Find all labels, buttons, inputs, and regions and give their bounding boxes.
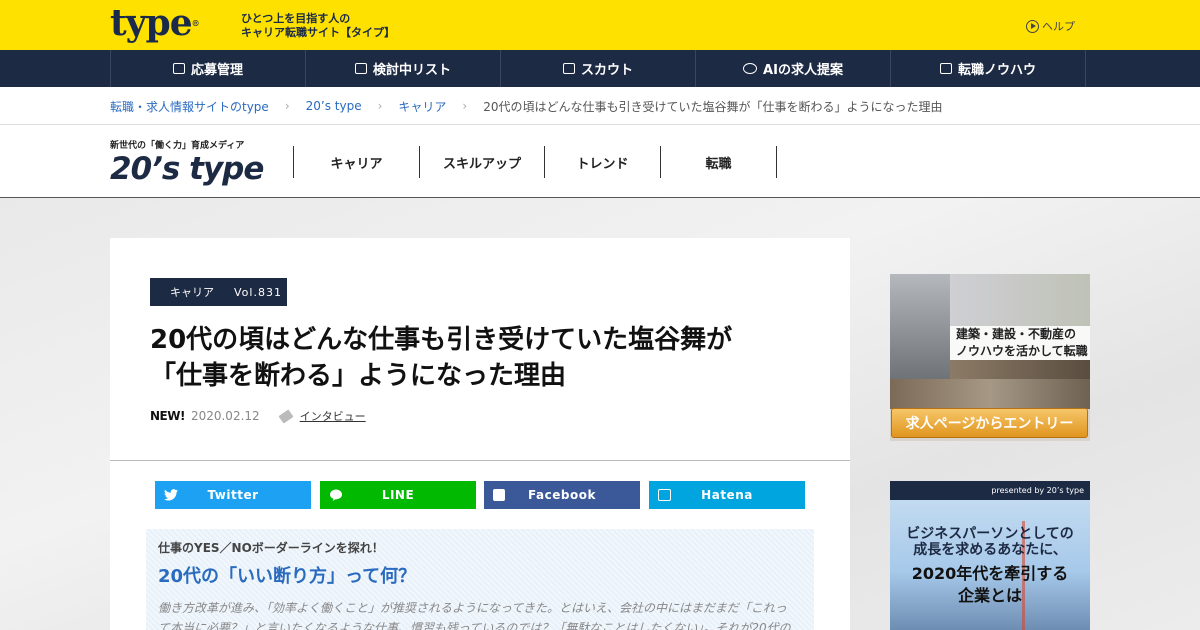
help-link[interactable]: ヘルプ — [1026, 18, 1075, 34]
facebook-icon — [493, 489, 505, 501]
share-hatena-button[interactable]: Hatena — [649, 481, 805, 509]
robot-icon — [743, 63, 758, 74]
new-badge: NEW! — [150, 409, 185, 423]
play-circle-icon — [1026, 19, 1039, 33]
media-nav-skillup[interactable]: スキルアップ — [419, 146, 544, 178]
tag-icon — [354, 63, 367, 74]
nav-applications[interactable]: 応募管理 — [111, 50, 306, 87]
line-icon — [330, 489, 342, 501]
ad-photo — [950, 274, 1090, 326]
ad-photo — [890, 379, 1090, 409]
article-meta: NEW! 2020.02.12 インタビュー — [150, 408, 366, 424]
chevron-right-icon: › — [462, 99, 468, 113]
tag-interview-link[interactable]: インタビュー — [300, 408, 366, 424]
site-tagline: ひとつ上を目指す人の キャリア転職サイト【タイプ】 — [241, 12, 395, 39]
lead-body: 働き方改革が進み、「効率よく働くこと」が推奨されるようになってきた。とはいえ、会… — [158, 601, 791, 630]
share-line-button[interactable]: LINE — [320, 481, 476, 509]
nav-ai-proposal[interactable]: AIの求人提案 — [696, 50, 891, 87]
mail-icon — [562, 63, 575, 74]
nav-knowhow[interactable]: 転職ノウハウ — [891, 50, 1086, 87]
ad-text: ビジネスパーソンとしての 成長を求めるあなたに、 — [906, 526, 1074, 558]
media-nav: キャリア スキルアップ トレンド 転職 — [293, 146, 777, 178]
media-nav-job-change[interactable]: 転職 — [660, 146, 776, 178]
article-lead: 仕事のYES／NOボーダーラインを探れ！ 20代の「いい断り方」って何？ 働き方… — [146, 529, 814, 630]
chevron-right-icon: › — [377, 99, 383, 113]
breadcrumb-career[interactable]: キャリア — [398, 98, 446, 115]
chevron-right-icon: › — [284, 99, 290, 113]
media-header: 新世代の「働く力」育成メディア 20’s type キャリア スキルアップ トレ… — [0, 125, 1200, 198]
ad-photo — [890, 274, 950, 379]
lead-kicker: 仕事のYES／NOボーダーラインを探れ！ — [158, 541, 384, 555]
article-title: 20代の頃はどんな仕事も引き受けていた塩谷舞が 「仕事を断わる」ようになった理由 — [150, 325, 733, 391]
ad-presented-by: presented by 20’s type — [890, 481, 1090, 500]
category-tag[interactable]: キャリア Vol.831 — [150, 278, 287, 306]
publish-date: 2020.02.12 — [190, 409, 260, 423]
breadcrumb: 転職・求人情報サイトのtype › 20’s type › キャリア › 20代… — [0, 87, 1200, 125]
ad-text: 建築・建設・不動産の ノウハウを活かして転職 — [950, 326, 1090, 360]
hatena-icon — [658, 489, 671, 501]
type-logo[interactable]: type® — [110, 3, 200, 43]
media-nav-career[interactable]: キャリア — [293, 146, 419, 178]
nav-scout[interactable]: スカウト — [501, 50, 696, 87]
divider — [110, 460, 850, 461]
lead-heading: 20代の「いい断り方」って何？ — [158, 566, 417, 587]
document-icon — [172, 63, 185, 74]
book-icon — [939, 63, 952, 74]
tag-icon — [278, 408, 294, 424]
twitter-icon — [164, 489, 178, 501]
sidebar-ad-construction[interactable]: 建築・建設・不動産の ノウハウを活かして転職 求人ページからエントリー — [890, 274, 1090, 441]
sidebar-ad-2020s[interactable]: presented by 20’s type ビジネスパーソンとしての 成長を求… — [890, 481, 1090, 630]
ad-entry-button[interactable]: 求人ページからエントリー — [891, 408, 1088, 438]
share-facebook-button[interactable]: Facebook — [484, 481, 640, 509]
top-header: type® ひとつ上を目指す人の キャリア転職サイト【タイプ】 ヘルプ — [0, 0, 1200, 50]
nav-saved-list[interactable]: 検討中リスト — [306, 50, 501, 87]
share-twitter-button[interactable]: Twitter — [155, 481, 311, 509]
article-card: キャリア Vol.831 20代の頃はどんな仕事も引き受けていた塩谷舞が 「仕事… — [110, 238, 850, 630]
breadcrumb-home[interactable]: 転職・求人情報サイトのtype — [110, 98, 269, 115]
main-nav: 応募管理 検討中リスト スカウト AIの求人提案 転職ノウハウ — [0, 50, 1200, 87]
breadcrumb-20s-type[interactable]: 20’s type — [306, 99, 362, 113]
ad-headline: 2020年代を牽引する 企業とは — [911, 564, 1069, 605]
media-nav-trend[interactable]: トレンド — [544, 146, 660, 178]
breadcrumb-current: 20代の頃はどんな仕事も引き受けていた塩谷舞が「仕事を断わる」ようになった理由 — [483, 99, 943, 114]
20s-type-logo[interactable]: 20’s type — [110, 149, 264, 189]
